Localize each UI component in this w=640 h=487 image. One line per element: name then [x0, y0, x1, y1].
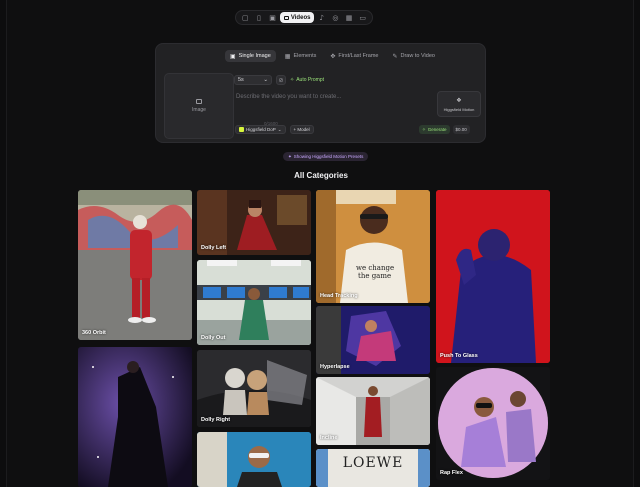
tab-label: Draw to Video: [400, 53, 435, 59]
tab-elements[interactable]: ▦ Elements: [280, 50, 322, 62]
model-logo-icon: [239, 127, 244, 132]
preset-thumbnail: [197, 350, 311, 427]
tab-label: Elements: [293, 53, 317, 59]
action-buttons: ✧ Generate $0.00: [419, 125, 470, 134]
preset-card-loewe[interactable]: LOEWE: [316, 449, 430, 487]
folder-icon[interactable]: ▭: [356, 12, 369, 23]
duration-select[interactable]: 5s ⌄: [234, 75, 272, 85]
preset-card-hyperlapse[interactable]: Hyperlapse: [316, 306, 430, 374]
card-label: Incline: [320, 435, 338, 441]
card-label: Push To Glass: [440, 353, 478, 359]
loewe-sign: LOEWE: [342, 455, 404, 471]
chevron-down-icon: ⌄: [277, 126, 282, 132]
image-upload-area[interactable]: Image: [164, 73, 234, 139]
preset-card-dolly-out[interactable]: Dolly Out: [197, 260, 311, 345]
chat-icon[interactable]: ▢: [239, 12, 252, 23]
videos-tab[interactable]: Videos: [279, 12, 315, 23]
svg-text:the game: the game: [358, 272, 391, 280]
tab-single-image[interactable]: ▣ Single Image: [225, 50, 276, 62]
move-icon: ✥: [330, 52, 336, 60]
motion-preset-button[interactable]: ❖ Higgsfield Motion: [437, 91, 481, 117]
sparkle-icon: ✦: [288, 153, 292, 159]
preset-card-incline[interactable]: Incline: [316, 377, 430, 445]
preset-card-rap-flex[interactable]: Rap Flex: [436, 367, 550, 480]
preset-card-head-tracking[interactable]: we change the game Head Tracking: [316, 190, 430, 303]
add-model-button[interactable]: + Model: [289, 125, 314, 134]
settings-icon[interactable]: ◎: [329, 12, 342, 23]
card-label: Dolly Out: [201, 335, 226, 341]
preset-card-dolly-right[interactable]: Dolly Right: [197, 350, 311, 427]
auto-prompt-label: Auto Prompt: [296, 77, 324, 83]
motion-label: Higgsfield Motion: [443, 106, 475, 112]
app-frame: ▢ ▯ ▣ Videos ♪ ◎ ▦ ▭ ▣ Single Image ▦ El…: [6, 0, 634, 487]
svg-text:we change: we change: [356, 264, 394, 272]
brush-icon: ✎: [392, 52, 398, 60]
preset-thumbnail: we change the game: [316, 190, 430, 303]
card-label: Hyperlapse: [320, 364, 350, 370]
trash-icon[interactable]: ▯: [253, 12, 266, 23]
price-badge: $0.00: [452, 125, 470, 134]
options-row: 5s ⌄ ⊘ ✧ Auto Prompt: [234, 75, 324, 85]
model-chip[interactable]: Higgsfield DoP ⌄: [235, 125, 286, 134]
mode-tabs: ▣ Single Image ▦ Elements ✥ First/Last F…: [225, 50, 440, 62]
badge-text: Showing Higgsfield Motion Presets: [293, 154, 364, 159]
preset-thumbnail: [197, 260, 311, 345]
tab-draw-to-video[interactable]: ✎ Draw to Video: [387, 50, 439, 62]
counter-text: 0/1600: [264, 121, 278, 126]
preset-card-sunglasses[interactable]: [197, 432, 311, 487]
preset-card-push-to-glass[interactable]: Push To Glass: [436, 190, 550, 363]
sparkle-icon: ✧: [290, 77, 295, 83]
image-icon[interactable]: ▣: [266, 12, 279, 23]
preset-card-galaxy[interactable]: [78, 347, 192, 487]
chevron-down-icon: ⌄: [263, 77, 268, 83]
prompt-counter: 0/1600: [264, 112, 278, 130]
auto-prompt-toggle[interactable]: ✧ Auto Prompt: [290, 77, 324, 83]
tab-label: First/Last Frame: [338, 53, 379, 59]
generate-label: Generate: [427, 127, 447, 132]
preset-card-dolly-left[interactable]: Dolly Left: [197, 190, 311, 255]
preset-thumbnail: [78, 190, 192, 340]
prompt-input[interactable]: Describe the video you want to create...: [236, 94, 341, 100]
preset-thumbnail: [78, 347, 192, 487]
no-audio-icon[interactable]: ⊘: [276, 75, 286, 85]
preset-thumbnail: [436, 190, 550, 363]
tab-first-last-frame[interactable]: ✥ First/Last Frame: [325, 50, 383, 62]
video-icon: [283, 15, 289, 20]
card-label: Dolly Left: [201, 245, 227, 251]
tab-label: Single Image: [238, 53, 271, 59]
card-label: Dolly Right: [201, 417, 231, 423]
card-label: Rap Flex: [440, 470, 463, 476]
top-toolbar: ▢ ▯ ▣ Videos ♪ ◎ ▦ ▭: [235, 10, 373, 25]
videos-tab-label: Videos: [290, 14, 311, 21]
section-heading: All Categories: [294, 171, 348, 180]
card-label: 360 Orbit: [82, 330, 106, 336]
image-upload-label: Image: [192, 107, 206, 113]
preset-card-360-orbit[interactable]: 360 Orbit: [78, 190, 192, 340]
filter-badge[interactable]: ✦ Showing Higgsfield Motion Presets: [283, 152, 369, 161]
generate-button[interactable]: ✧ Generate: [419, 125, 450, 134]
duration-value: 5s: [238, 77, 244, 83]
motion-icon: ❖: [456, 96, 462, 104]
card-label: Head Tracking: [320, 293, 358, 299]
image-icon: ▣: [230, 52, 236, 60]
grid-icon[interactable]: ▦: [343, 12, 356, 23]
sparkle-icon: ✧: [422, 126, 426, 132]
grid-icon: ▦: [284, 52, 291, 60]
image-icon: [196, 99, 202, 104]
generator-panel: ▣ Single Image ▦ Elements ✥ First/Last F…: [155, 43, 486, 143]
preset-thumbnail: [197, 432, 311, 487]
music-icon[interactable]: ♪: [315, 12, 328, 23]
preset-thumbnail: [436, 367, 550, 480]
